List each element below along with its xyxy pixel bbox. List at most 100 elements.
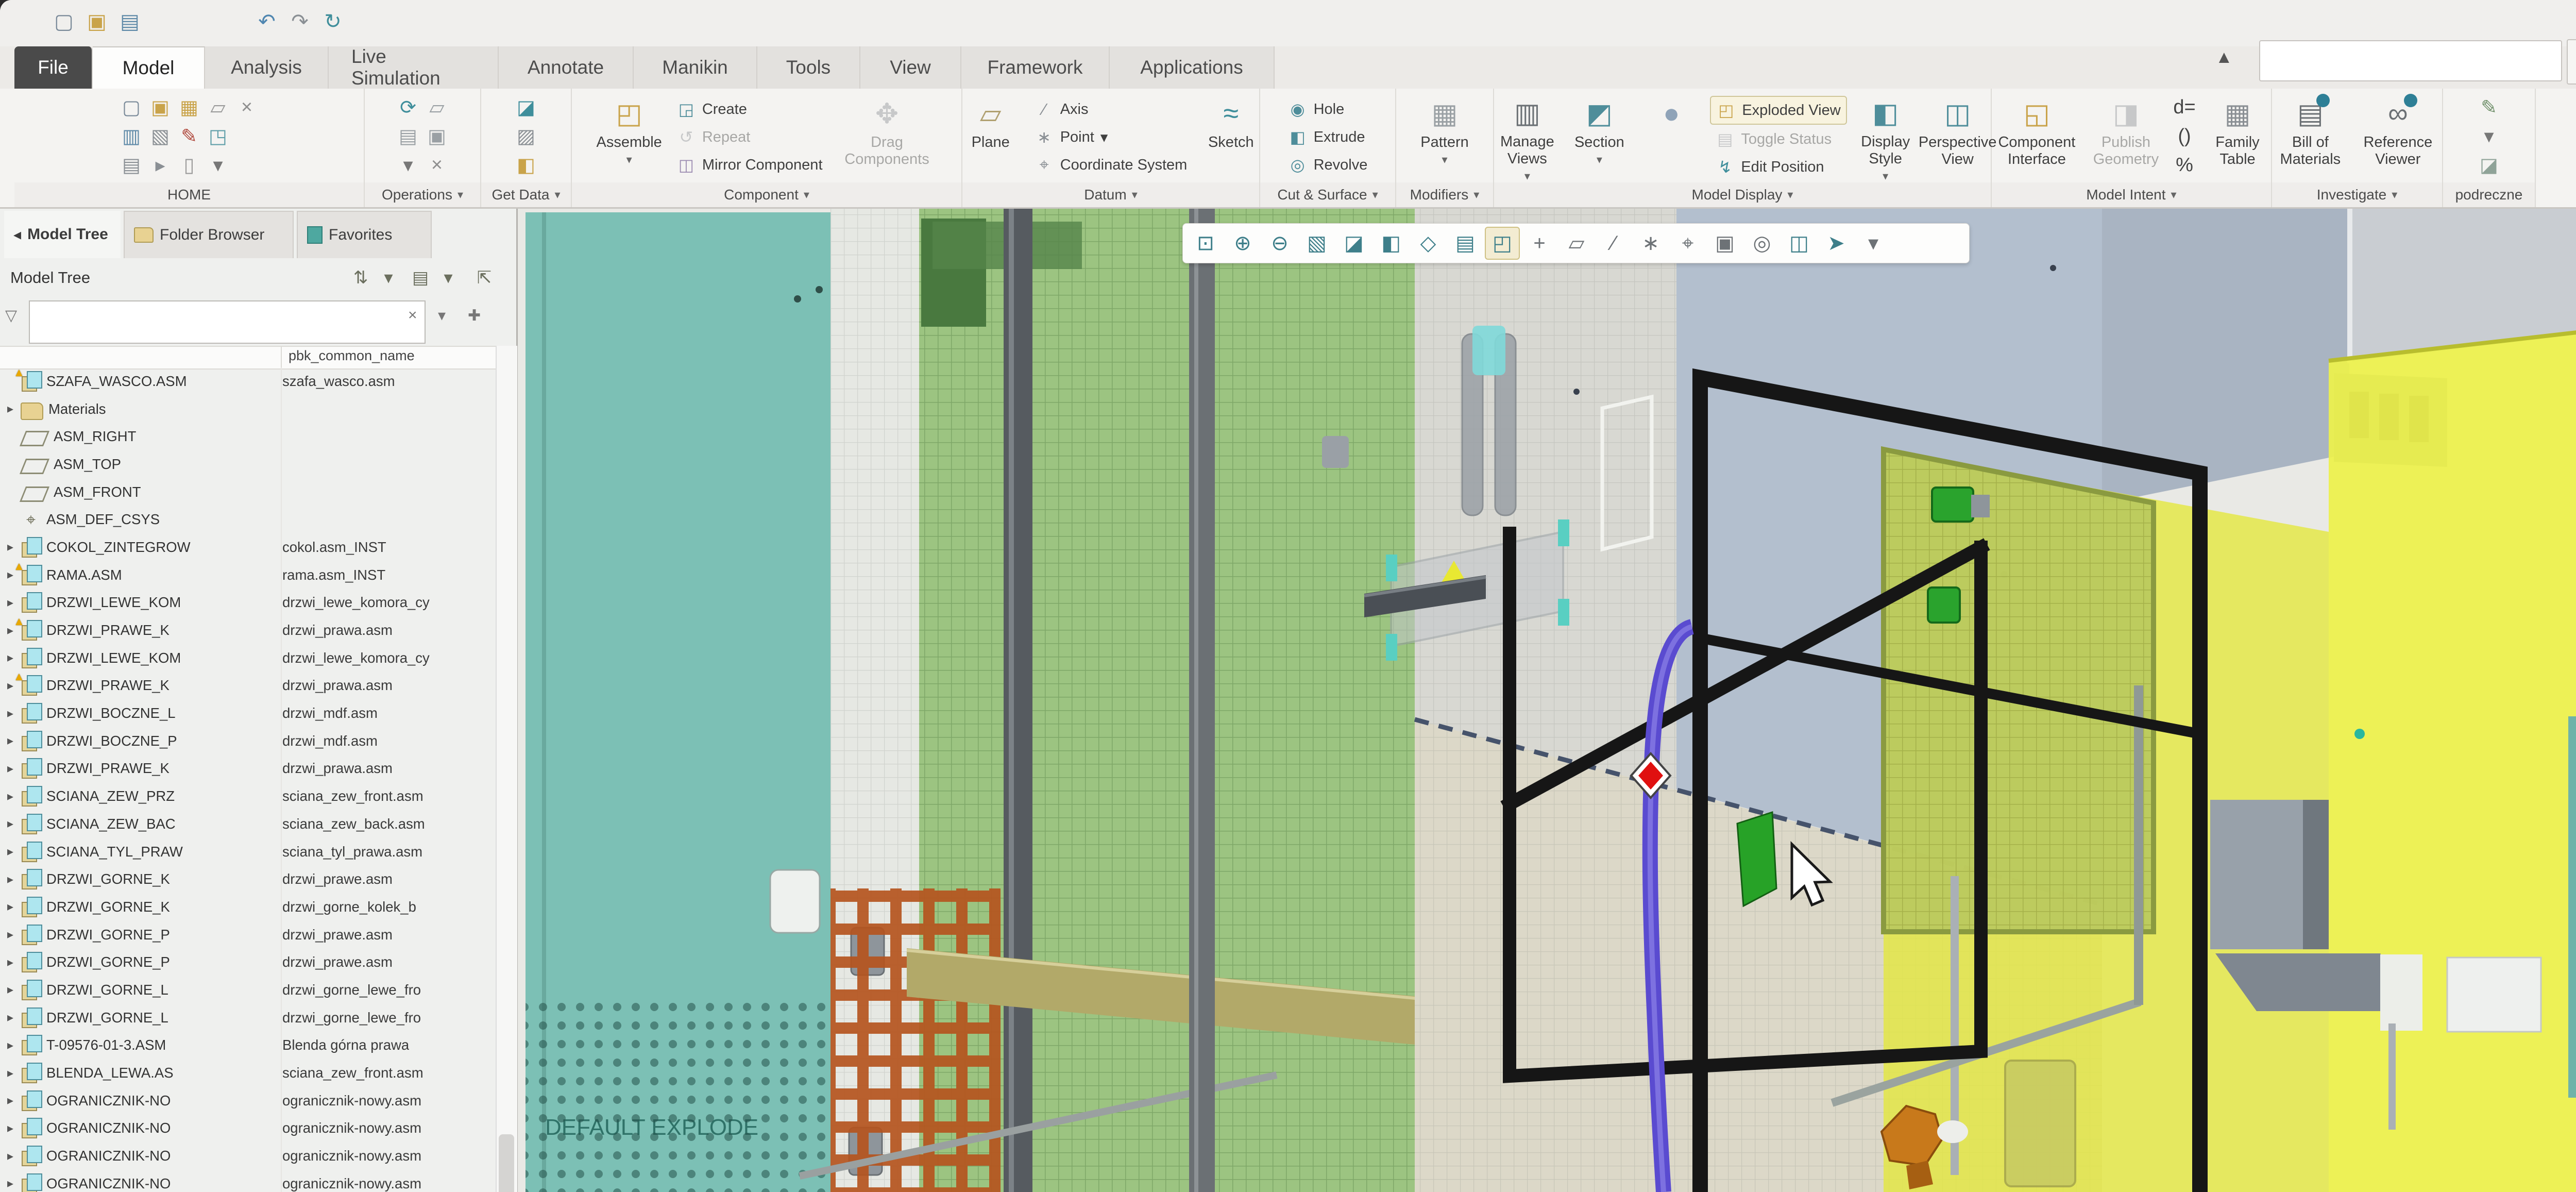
extrude-button[interactable]: ◧Extrude [1283,124,1373,150]
import-icon[interactable]: ◪ [512,93,540,122]
create-component-button[interactable]: ◲Create [671,96,828,123]
tab-framework[interactable]: Framework [961,46,1110,89]
cad-green-bracket-part[interactable] [1737,812,1776,906]
tree-row[interactable]: ▸DRZWI_GORNE_Ldrzwi_gorne_lewe_fro [0,976,496,1004]
cad-green-hinge-upper[interactable] [1932,488,1973,522]
tree-row[interactable]: ▸DRZWI_GORNE_Pdrzwi_prawe.asm [0,948,496,976]
expand-caret-icon[interactable]: ▸ [0,650,21,665]
expand-caret-icon[interactable]: ▸ [0,1121,21,1136]
datum-point-button[interactable]: ∗Point▾ [1029,124,1193,150]
perspective-view-button[interactable]: ◫Perspective View [1924,93,1991,181]
pencil-more-icon[interactable]: ▾ [2475,122,2503,150]
saved-orientations-icon[interactable]: ◇ [1411,227,1446,260]
bill-of-materials-button[interactable]: ▤Bill of Materials [2272,93,2349,181]
operations-more-icon[interactable]: ▾ [394,150,422,179]
tab-tools[interactable]: Tools [757,46,860,89]
expand-caret-icon[interactable]: ▸ [0,872,21,887]
cad-frame-post-left[interactable] [1004,209,1032,1192]
simulate-icon[interactable]: ➤ [1819,227,1854,260]
appearance-sphere-button[interactable]: ● [1638,93,1705,181]
expand-caret-icon[interactable]: ▸ [0,844,21,859]
tree-row[interactable]: ▸DRZWI_GORNE_Pdrzwi_prawe.asm [0,921,496,949]
dragger-icon[interactable]: + [1522,227,1557,260]
tree-row[interactable]: ▸OGRANICZNIK-NOogranicznik-nowy.asm [0,1170,496,1192]
annotation-display-icon[interactable]: ▣ [1707,227,1742,260]
redo-icon[interactable]: ↷ [285,7,314,36]
tree-row[interactable]: ▸DRZWI_LEWE_KOMdrzwi_lewe_komora_cy [0,589,496,617]
expand-caret-icon[interactable]: ▸ [0,1176,21,1191]
expand-caret-icon[interactable]: ▸ [0,706,21,721]
tree-filter-funnel-icon[interactable]: ▽ [5,307,17,325]
csys-display-icon[interactable]: ⌖ [1670,227,1705,260]
toolbar-overflow-icon[interactable]: ▾ [1856,227,1891,260]
expand-caret-icon[interactable]: ▸ [0,401,21,416]
ribbon-group-label[interactable]: Get Data▾ [481,182,571,207]
parameters-icon[interactable]: d= [2170,93,2199,122]
tab-manikin[interactable]: Manikin [634,46,757,89]
spin-center-icon[interactable]: ◎ [1744,227,1780,260]
expand-caret-icon[interactable]: ▸ [0,1093,21,1108]
cad-frame-post-mid[interactable] [1189,209,1215,1192]
zoom-out-icon[interactable]: ⊖ [1262,227,1297,260]
tree-row[interactable]: ▸▲DRZWI_PRAWE_Kdrzwi_prawa.asm [0,616,496,644]
display-style-icon[interactable]: ◧ [1374,227,1409,260]
cad-hanger-rod-right[interactable] [2388,1023,2396,1130]
tree-filters-icon[interactable]: ⇅ [346,264,375,291]
expand-caret-icon[interactable]: ▸ [0,982,21,997]
tree-row[interactable]: ▸DRZWI_BOCZNE_Pdrzwi_mdf.asm [0,727,496,755]
ribbon-group-label[interactable]: Operations▾ [365,182,480,207]
tree-row[interactable]: ▸SCIANA_ZEW_BACsciana_zew_back.asm [0,810,496,838]
tree-row[interactable]: ASM_FRONT [0,478,496,506]
tree-search-input[interactable] [29,300,426,344]
pencil-icon[interactable]: ✎ [2475,93,2503,122]
regenerate-stack-icon[interactable]: ⟳ [394,93,422,122]
publish-geometry-button[interactable]: ◨Publish Geometry [2087,93,2165,181]
tree-search-dropdown-icon[interactable]: ▾ [438,307,446,325]
tree-row[interactable]: ▸▲RAMA.ASMrama.asm_INST [0,561,496,589]
tree-scrollbar[interactable] [496,346,517,1192]
checkin-icon[interactable]: ▦ [175,93,204,122]
expand-caret-icon[interactable]: ▸ [0,595,21,610]
panel-tab-model-tree[interactable]: ◂Model Tree [4,211,121,258]
verify-icon[interactable]: ▤ [394,122,422,150]
tab-applications[interactable]: Applications [1110,46,1275,89]
expand-caret-icon[interactable]: ▸ [0,955,21,970]
tab-live-simulation[interactable]: Live Simulation [329,46,499,89]
toggle-status-button[interactable]: ▤Toggle Status [1710,126,1846,153]
eraser-icon[interactable]: ◪ [2475,150,2503,179]
tree-row[interactable]: ⌖ASM_DEF_CSYS [0,506,496,533]
tree-row[interactable]: ▸COKOL_ZINTEGROWcokol.asm_INST [0,533,496,561]
repaint-icon[interactable]: ▧ [1299,227,1334,260]
ribbon-group-label[interactable]: Model Intent▾ [1992,182,2271,207]
copy-icon[interactable]: ▱ [422,93,451,122]
search-icon[interactable]: ⌕ [2567,39,2576,85]
expand-caret-icon[interactable]: ▸ [0,789,21,804]
tree-filters-dropdown-icon[interactable]: ▾ [374,264,403,291]
tree-row[interactable]: ▸▲DRZWI_PRAWE_Kdrzwi_prawa.asm [0,672,496,700]
command-search-input[interactable] [2259,40,2562,81]
family-table-button[interactable]: ▦Family Table [2204,93,2271,181]
tab-annotate[interactable]: Annotate [499,46,634,89]
cad-vertical-rod[interactable] [2134,685,2143,1005]
repeat-button[interactable]: ↺Repeat [671,124,828,150]
hole-button[interactable]: ◉Hole [1283,96,1373,123]
ribbon-group-label[interactable]: Model Display▾ [1494,182,1991,207]
cad-olive-bracket[interactable] [2005,1061,2075,1186]
panel-tab-folder-browser[interactable]: Folder Browser [124,211,294,258]
delete-icon[interactable]: × [422,150,451,179]
new-model-icon[interactable]: ▢ [117,93,146,122]
tree-row[interactable]: ASM_RIGHT [0,423,496,450]
tree-column-header-row[interactable]: pbk_common_name [0,346,496,370]
zoom-in-icon[interactable]: ⊕ [1225,227,1260,260]
open-icon[interactable]: ▣ [82,7,111,36]
expand-caret-icon[interactable]: ▸ [0,927,21,942]
tab-model[interactable]: Model [93,46,205,89]
datum-csys-button[interactable]: ⌖Coordinate System [1029,152,1193,178]
ribbon-group-label[interactable]: HOME [14,182,364,207]
display-style-button[interactable]: ◧Display Style▾ [1852,93,1919,181]
drag-components-button[interactable]: ✥Drag Components [833,93,941,181]
tree-columns-dropdown-icon[interactable]: ▾ [434,264,463,291]
cad-yellow-panel-right[interactable] [2329,329,2576,1192]
refit-icon[interactable]: ⊡ [1188,227,1223,260]
expand-caret-icon[interactable]: ▸ [0,1066,21,1081]
